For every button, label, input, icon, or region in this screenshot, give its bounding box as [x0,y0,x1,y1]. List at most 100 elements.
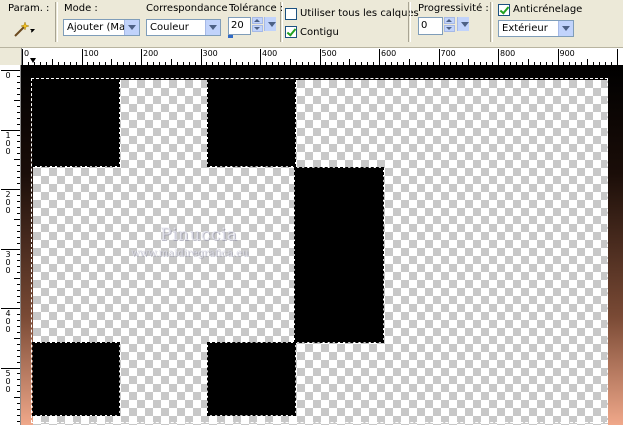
ruler-marker-icon [30,58,36,63]
ruler-label: 0 [5,146,11,156]
contiguous-checkbox[interactable] [285,26,297,38]
ruler-label: 0 [5,384,11,394]
ruler-label: 2 [5,190,11,199]
separator [490,2,493,42]
ruler-tick [438,49,440,65]
ruler-tick [17,373,20,375]
separator [408,2,411,42]
match-label: Correspondance : [146,3,235,14]
ruler-tick [17,319,20,321]
selected-black-square[interactable] [32,342,120,416]
image-canvas[interactable]: Pinuccia www.maidiregrafica.eu [21,65,623,425]
ruler-tick [17,355,20,357]
ruler-tick [14,218,20,220]
ruler-tick [17,105,20,107]
ruler-tick [17,385,20,387]
ruler-tick [17,165,20,167]
ruler-label: 3 [5,249,11,259]
match-value: Couleur [150,22,189,33]
ruler-tick [17,171,20,173]
ruler-tick [17,260,20,262]
ruler-tick [17,153,20,155]
ruler-tick [17,343,20,345]
ruler-label: 0 [5,198,11,207]
ruler-label: 700 [440,49,456,58]
ruler-tick [17,272,20,274]
ruler-label: 500 [321,49,337,58]
feather-input[interactable]: 0 [418,17,443,35]
ruler-tick [17,266,20,268]
ruler-tick [17,206,20,208]
ruler-label: 900 [559,49,575,58]
use-all-layers-checkbox[interactable] [285,8,297,20]
ruler-tick [17,313,20,315]
antialias-mode-select[interactable]: Extérieur [498,20,574,37]
ruler-tick [141,49,142,65]
ruler-tick [617,49,618,65]
ruler-label: 0 [5,206,11,215]
ruler-tick [319,49,321,65]
chevron-down-icon[interactable] [558,21,573,36]
vertical-ruler: 0100200300400500 [0,65,21,425]
ruler-tick [17,379,20,381]
ruler-label: 200 [143,49,159,58]
ruler-tick [17,296,20,298]
ruler-tick [498,49,499,65]
watermark-name: Pinuccia [160,225,238,245]
separator [280,2,283,42]
feather-dropdown[interactable] [456,17,469,33]
ruler-label: 1 [5,130,11,140]
ruler-tick [17,123,20,125]
ruler-label: 0 [5,265,11,275]
ruler-tick [17,290,20,292]
tolerance-dropdown[interactable] [263,17,276,33]
ruler-tick [17,361,20,363]
antialias-label: Anticrénelage [513,4,583,15]
ruler-tick [17,177,20,179]
antialias-checkbox[interactable] [498,4,510,16]
mode-value: Ajouter (Maj) [67,22,132,33]
tolerance-spin-down-icon[interactable] [252,25,263,32]
ruler-tick [17,236,20,238]
feather-spin-up-icon[interactable] [444,17,455,24]
chevron-down-icon[interactable] [264,17,276,31]
ruler-tick [22,49,23,65]
tool-options-bar: Param. : Mode : Ajouter (Maj) Correspond… [0,0,623,48]
tolerance-slider-indicator[interactable] [228,35,233,38]
tolerance-input[interactable]: 20 [228,17,251,35]
ruler-label: 600 [381,49,397,58]
ruler-label: 0 [5,138,11,148]
chevron-down-icon[interactable] [124,20,139,35]
feather-spin-down-icon[interactable] [444,25,455,32]
chevron-down-icon[interactable] [205,20,220,35]
ruler-tick [17,93,20,95]
match-select[interactable]: Couleur [146,19,221,36]
chevron-down-icon[interactable] [457,17,469,31]
ruler-tick [17,325,20,327]
mode-select[interactable]: Ajouter (Maj) [63,19,140,36]
ruler-tick [17,409,20,411]
ruler-tick [81,49,83,65]
contiguous-label: Contigu [300,27,339,38]
ruler-tick [17,224,20,226]
ruler-tick [17,135,20,137]
selected-black-square[interactable] [207,342,296,416]
ruler-tick [17,254,20,256]
selected-black-rectangle[interactable] [294,167,384,343]
ruler-tick [14,337,20,339]
ruler-tick [17,75,20,77]
ruler-tick [17,302,20,304]
ruler-tick [14,397,20,399]
ruler-label: 800 [500,49,516,58]
selected-black-square[interactable] [207,79,296,167]
ruler-label: 4 [5,309,11,318]
ruler-tick [17,242,20,244]
ruler-tick [14,278,20,280]
ruler-tick [17,415,20,417]
selected-black-square[interactable] [32,79,120,167]
tolerance-spin-up-icon[interactable] [252,17,263,24]
ruler-tick [17,200,20,202]
feather-value: 0 [421,20,428,31]
ruler-tick [17,403,20,405]
magic-wand-icon[interactable] [11,20,37,38]
